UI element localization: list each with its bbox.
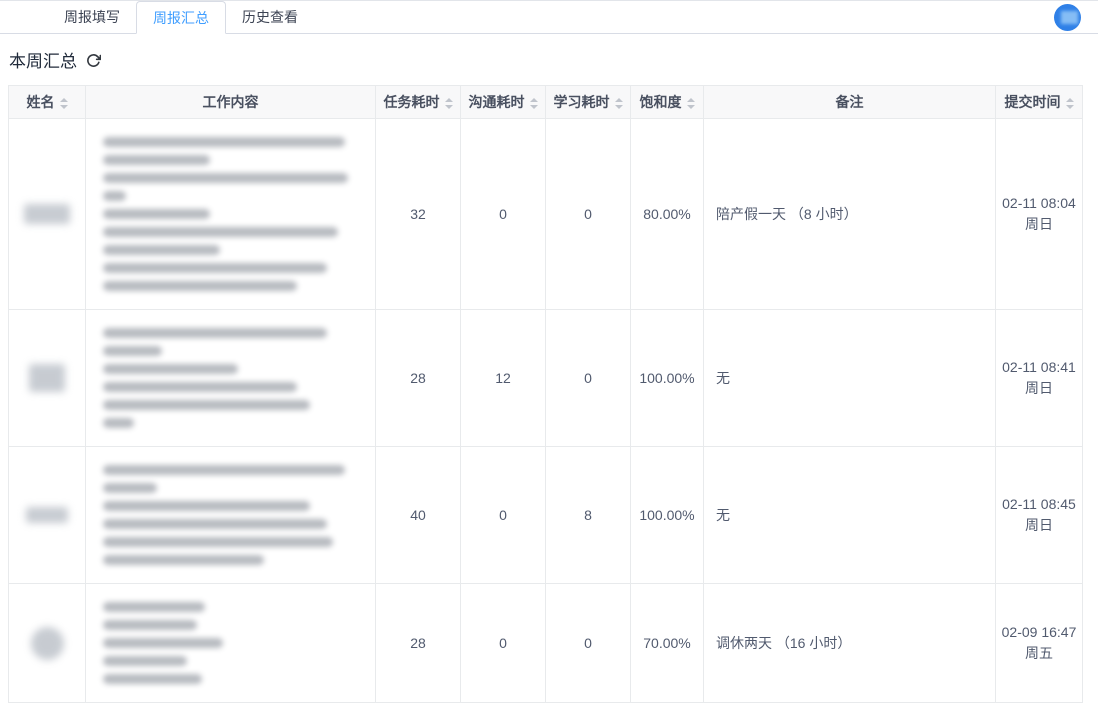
task-hours-cell: 28 (376, 584, 461, 703)
col-header-task-hours[interactable]: 任务耗时 (376, 86, 461, 119)
col-header-label: 沟通耗时 (469, 94, 525, 110)
top-tab-bar: 周报填写 周报汇总 历史查看 (0, 0, 1098, 34)
comm-hours-cell: 12 (461, 310, 546, 447)
col-header-comm-hours[interactable]: 沟通耗时 (461, 86, 546, 119)
refresh-icon[interactable] (86, 51, 101, 68)
redacted-text (103, 465, 358, 565)
col-header-work-content: 工作内容 (86, 86, 376, 119)
work-content-cell (86, 310, 376, 447)
study-hours-cell: 0 (546, 310, 631, 447)
work-content-cell (86, 119, 376, 310)
study-hours-cell: 0 (546, 119, 631, 310)
note-cell: 陪产假一天 （8 小时） (704, 119, 996, 310)
saturation-cell: 80.00% (631, 119, 704, 310)
col-header-label: 提交时间 (1005, 94, 1061, 110)
page-title: 本周汇总 (9, 47, 77, 72)
sort-caret-icon[interactable] (615, 98, 623, 109)
saturation-cell: 100.00% (631, 310, 704, 447)
redacted-text (103, 602, 358, 684)
name-cell (9, 310, 86, 447)
col-header-study-hours[interactable]: 学习耗时 (546, 86, 631, 119)
comm-hours-cell: 0 (461, 584, 546, 703)
table-row: 32 0 0 80.00% 陪产假一天 （8 小时） 02-11 08:04 周… (9, 119, 1083, 310)
redacted-name (26, 507, 68, 523)
name-cell (9, 584, 86, 703)
sort-caret-icon[interactable] (1066, 98, 1074, 109)
redacted-text (103, 137, 358, 291)
task-hours-cell: 28 (376, 310, 461, 447)
task-hours-cell: 40 (376, 447, 461, 584)
work-content-cell (86, 584, 376, 703)
redacted-name (31, 627, 64, 660)
tab-history-view[interactable]: 历史查看 (226, 1, 314, 33)
col-header-label: 备注 (836, 94, 864, 110)
col-header-label: 姓名 (27, 94, 55, 110)
submit-weekday: 周日 (997, 515, 1081, 536)
table-row: 40 0 8 100.00% 无 02-11 08:45 周日 (9, 447, 1083, 584)
submit-date: 02-11 08:04 (997, 193, 1081, 214)
note-cell: 无 (704, 310, 996, 447)
table-row: 28 0 0 70.00% 调休两天 （16 小时） 02-09 16:47 周… (9, 584, 1083, 703)
comm-hours-cell: 0 (461, 447, 546, 584)
submit-date: 02-09 16:47 (997, 622, 1081, 643)
tab-weekly-summary[interactable]: 周报汇总 (136, 1, 226, 34)
task-hours-cell: 32 (376, 119, 461, 310)
col-header-label: 任务耗时 (384, 94, 440, 110)
note-cell: 调休两天 （16 小时） (704, 584, 996, 703)
col-header-label: 学习耗时 (554, 94, 610, 110)
col-header-label: 工作内容 (203, 94, 259, 110)
saturation-cell: 100.00% (631, 447, 704, 584)
weekly-summary-table: 姓名 工作内容 任务耗时 沟通耗时 学习耗时 饱和度 备注 提交时间 (8, 85, 1083, 703)
saturation-cell: 70.00% (631, 584, 704, 703)
submit-time-cell: 02-09 16:47 周五 (996, 584, 1083, 703)
col-header-submit-time[interactable]: 提交时间 (996, 86, 1083, 119)
submit-date: 02-11 08:41 (997, 357, 1081, 378)
redacted-text (103, 328, 358, 428)
submit-weekday: 周五 (997, 643, 1081, 664)
col-header-note: 备注 (704, 86, 996, 119)
comm-hours-cell: 0 (461, 119, 546, 310)
sort-caret-icon[interactable] (687, 98, 695, 109)
name-cell (9, 447, 86, 584)
user-avatar[interactable] (1054, 4, 1081, 31)
submit-time-cell: 02-11 08:04 周日 (996, 119, 1083, 310)
submit-date: 02-11 08:45 (997, 494, 1081, 515)
section-header: 本周汇总 (0, 34, 1098, 81)
tab-weekly-fill[interactable]: 周报填写 (48, 1, 136, 33)
col-header-label: 饱和度 (640, 94, 682, 110)
col-header-saturation[interactable]: 饱和度 (631, 86, 704, 119)
submit-time-cell: 02-11 08:41 周日 (996, 310, 1083, 447)
study-hours-cell: 0 (546, 584, 631, 703)
note-cell: 无 (704, 447, 996, 584)
submit-time-cell: 02-11 08:45 周日 (996, 447, 1083, 584)
submit-weekday: 周日 (997, 378, 1081, 399)
table-row: 28 12 0 100.00% 无 02-11 08:41 周日 (9, 310, 1083, 447)
name-cell (9, 119, 86, 310)
submit-weekday: 周日 (997, 214, 1081, 235)
work-content-cell (86, 447, 376, 584)
table-header-row: 姓名 工作内容 任务耗时 沟通耗时 学习耗时 饱和度 备注 提交时间 (9, 86, 1083, 119)
sort-caret-icon[interactable] (530, 98, 538, 109)
redacted-name (29, 364, 65, 392)
col-header-name[interactable]: 姓名 (9, 86, 86, 119)
sort-caret-icon[interactable] (60, 98, 68, 109)
sort-caret-icon[interactable] (445, 98, 453, 109)
study-hours-cell: 8 (546, 447, 631, 584)
redacted-name (24, 204, 70, 224)
